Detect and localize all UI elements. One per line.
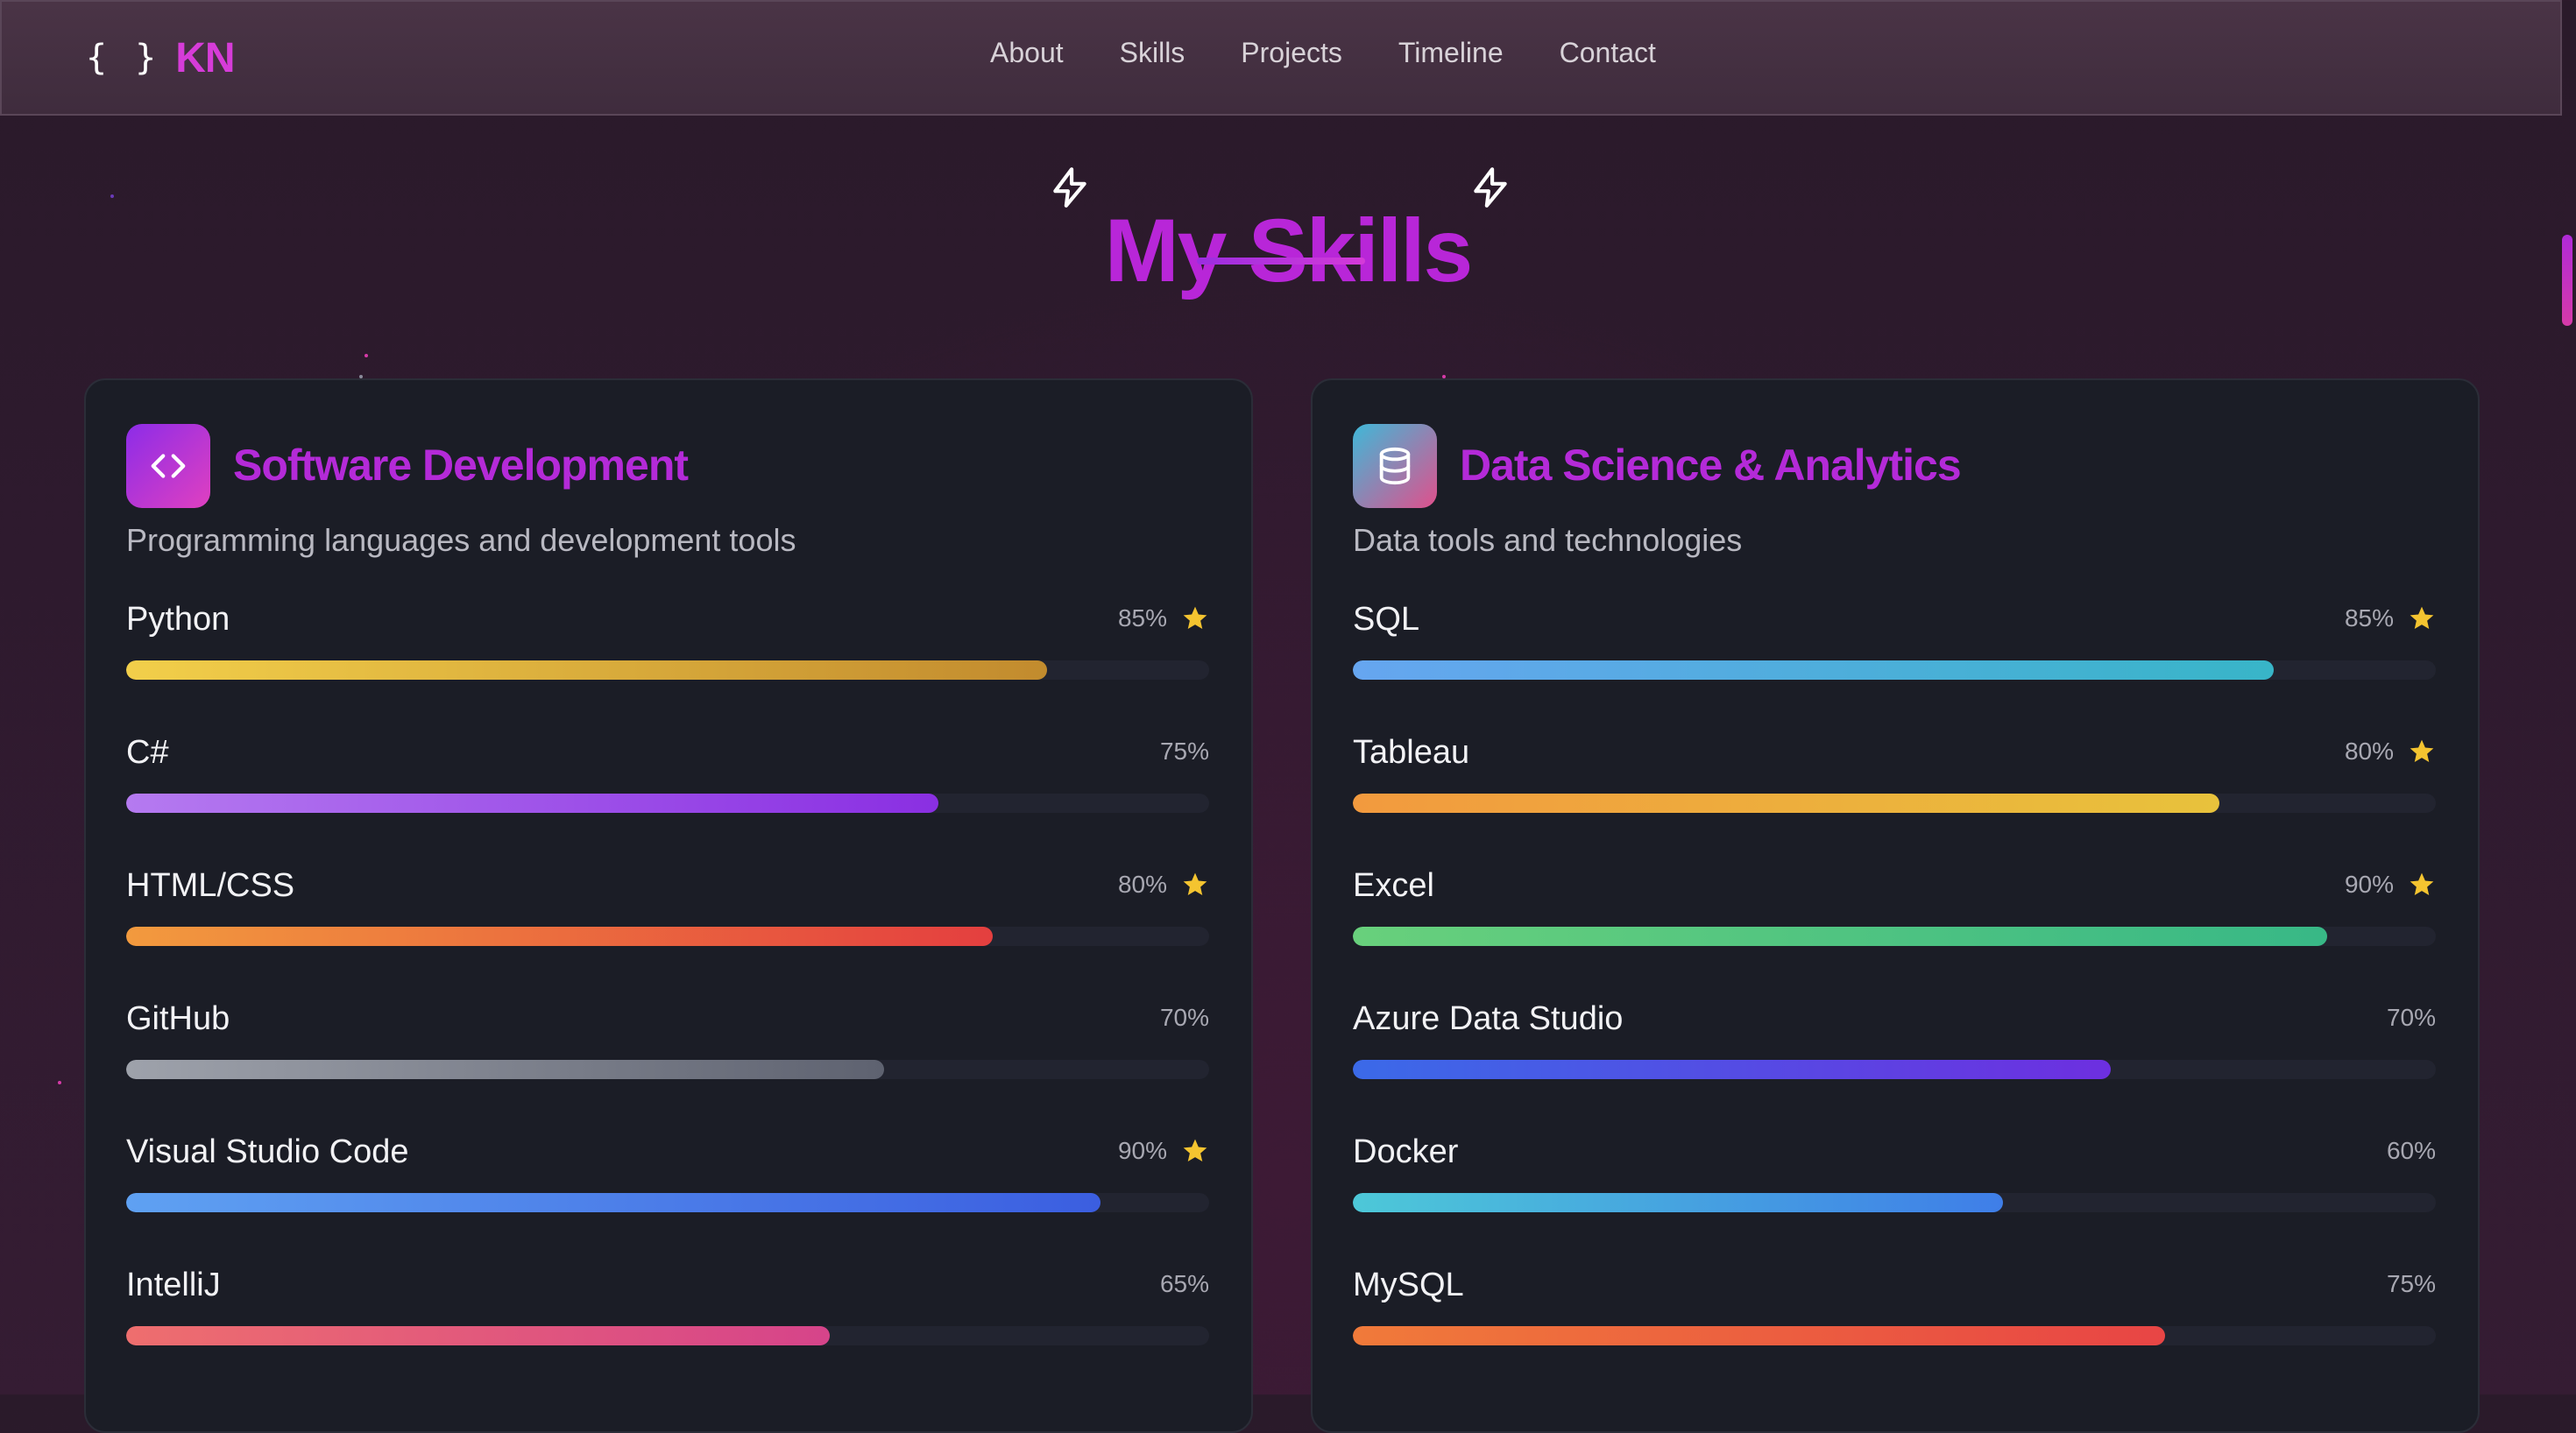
skill-percent: 90%: [2344, 871, 2394, 898]
skill-name: HTML/CSS: [126, 867, 295, 904]
progress-track: [1353, 794, 2436, 813]
database-icon: [1353, 424, 1437, 508]
skill-name: Azure Data Studio: [1353, 1000, 1624, 1037]
progress-track: [1353, 1326, 2436, 1345]
background-sparkle: [58, 1081, 61, 1084]
nav-link-projects[interactable]: Projects: [1241, 37, 1342, 69]
skill-name: GitHub: [126, 1000, 230, 1037]
progress-track: [126, 794, 1209, 813]
progress-fill: [126, 660, 1047, 680]
progress-track: [126, 1326, 1209, 1345]
progress-track: [126, 660, 1209, 680]
nav-link-contact[interactable]: Contact: [1560, 37, 1656, 69]
skill-percent: 80%: [2344, 738, 2394, 765]
progress-fill: [126, 1193, 1101, 1212]
card-title: Software Development: [233, 441, 689, 490]
skill-item: HTML/CSS 80%: [126, 867, 1209, 972]
skill-name: Docker: [1353, 1133, 1459, 1170]
background-sparkle: [364, 354, 368, 357]
skill-percent: 85%: [1117, 604, 1167, 632]
progress-track: [126, 1193, 1209, 1212]
star-icon: [1183, 606, 1207, 629]
skill-name: Visual Studio Code: [126, 1133, 409, 1170]
page-title: My Skills: [1104, 201, 1474, 301]
logo[interactable]: { } KN: [86, 32, 236, 84]
progress-fill: [1353, 660, 2274, 680]
progress-fill: [1353, 1060, 2112, 1079]
logo-brace-icon: { }: [86, 38, 160, 78]
skill-percent: 70%: [1159, 1004, 1209, 1031]
skill-percent: 90%: [1117, 1137, 1167, 1164]
skill-name: C#: [126, 734, 169, 771]
skill-percent: 75%: [2386, 1270, 2436, 1297]
progress-fill: [126, 794, 938, 813]
skill-name: SQL: [1353, 601, 1420, 638]
star-icon: [1183, 1139, 1207, 1161]
progress-track: [1353, 927, 2436, 946]
lightning-icon: [1474, 167, 1507, 208]
skill-percent: 60%: [2386, 1137, 2436, 1164]
skill-name: Python: [126, 601, 230, 638]
progress-fill: [1353, 927, 2328, 946]
code-icon: [126, 424, 210, 508]
progress-track: [126, 927, 1209, 946]
card-title: Data Science & Analytics: [1460, 441, 1962, 490]
skill-item: Visual Studio Code 90%: [126, 1133, 1209, 1239]
skill-name: Excel: [1353, 867, 1434, 904]
skill-item: IntelliJ 65%: [126, 1267, 1209, 1372]
skill-item: Docker 60%: [1353, 1133, 2436, 1239]
skill-item: Tableau 80%: [1353, 734, 2436, 839]
skill-percent: 75%: [1159, 738, 1209, 765]
skill-percent: 80%: [1117, 871, 1167, 898]
skill-percent: 65%: [1159, 1270, 1209, 1297]
progress-track: [1353, 1060, 2436, 1079]
skill-item: GitHub 70%: [126, 1000, 1209, 1105]
skill-item: Excel 90%: [1353, 867, 2436, 972]
navbar: { } KN About Skills Projects Timeline Co…: [0, 0, 2562, 116]
skill-card-software-development: Software Development Programming languag…: [84, 378, 1253, 1433]
progress-fill: [1353, 1193, 2003, 1212]
star-icon: [2410, 739, 2434, 762]
card-subtitle: Programming languages and development to…: [126, 522, 796, 558]
progress-fill: [126, 1326, 831, 1345]
progress-fill: [126, 927, 993, 946]
skill-item: Azure Data Studio 70%: [1353, 1000, 2436, 1105]
skill-item: C# 75%: [126, 734, 1209, 839]
skill-name: Tableau: [1353, 734, 1470, 771]
progress-fill: [1353, 794, 2219, 813]
progress-fill: [1353, 1326, 2165, 1345]
scrollbar-thumb[interactable]: [2562, 235, 2572, 326]
star-icon: [2410, 872, 2434, 895]
skill-name: MySQL: [1353, 1267, 1464, 1303]
star-icon: [2410, 606, 2434, 629]
nav-link-timeline[interactable]: Timeline: [1398, 37, 1504, 69]
nav-link-skills[interactable]: Skills: [1120, 37, 1185, 69]
progress-fill: [126, 1060, 885, 1079]
nav-links: About Skills Projects Timeline Contact: [990, 37, 1656, 69]
skill-percent: 70%: [2386, 1004, 2436, 1031]
logo-text: KN: [175, 34, 235, 81]
progress-track: [1353, 660, 2436, 680]
skill-card-data-science: Data Science & Analytics Data tools and …: [1311, 378, 2480, 1433]
card-subtitle: Data tools and technologies: [1353, 522, 1743, 558]
progress-track: [1353, 1193, 2436, 1212]
nav-link-about[interactable]: About: [990, 37, 1064, 69]
skill-item: SQL 85%: [1353, 601, 2436, 706]
title-underline: [1197, 258, 1365, 265]
skill-name: IntelliJ: [126, 1267, 221, 1303]
skill-item: Python 85%: [126, 601, 1209, 706]
progress-track: [126, 1060, 1209, 1079]
skill-item: MySQL 75%: [1353, 1267, 2436, 1372]
star-icon: [1183, 872, 1207, 895]
skill-percent: 85%: [2344, 604, 2394, 632]
